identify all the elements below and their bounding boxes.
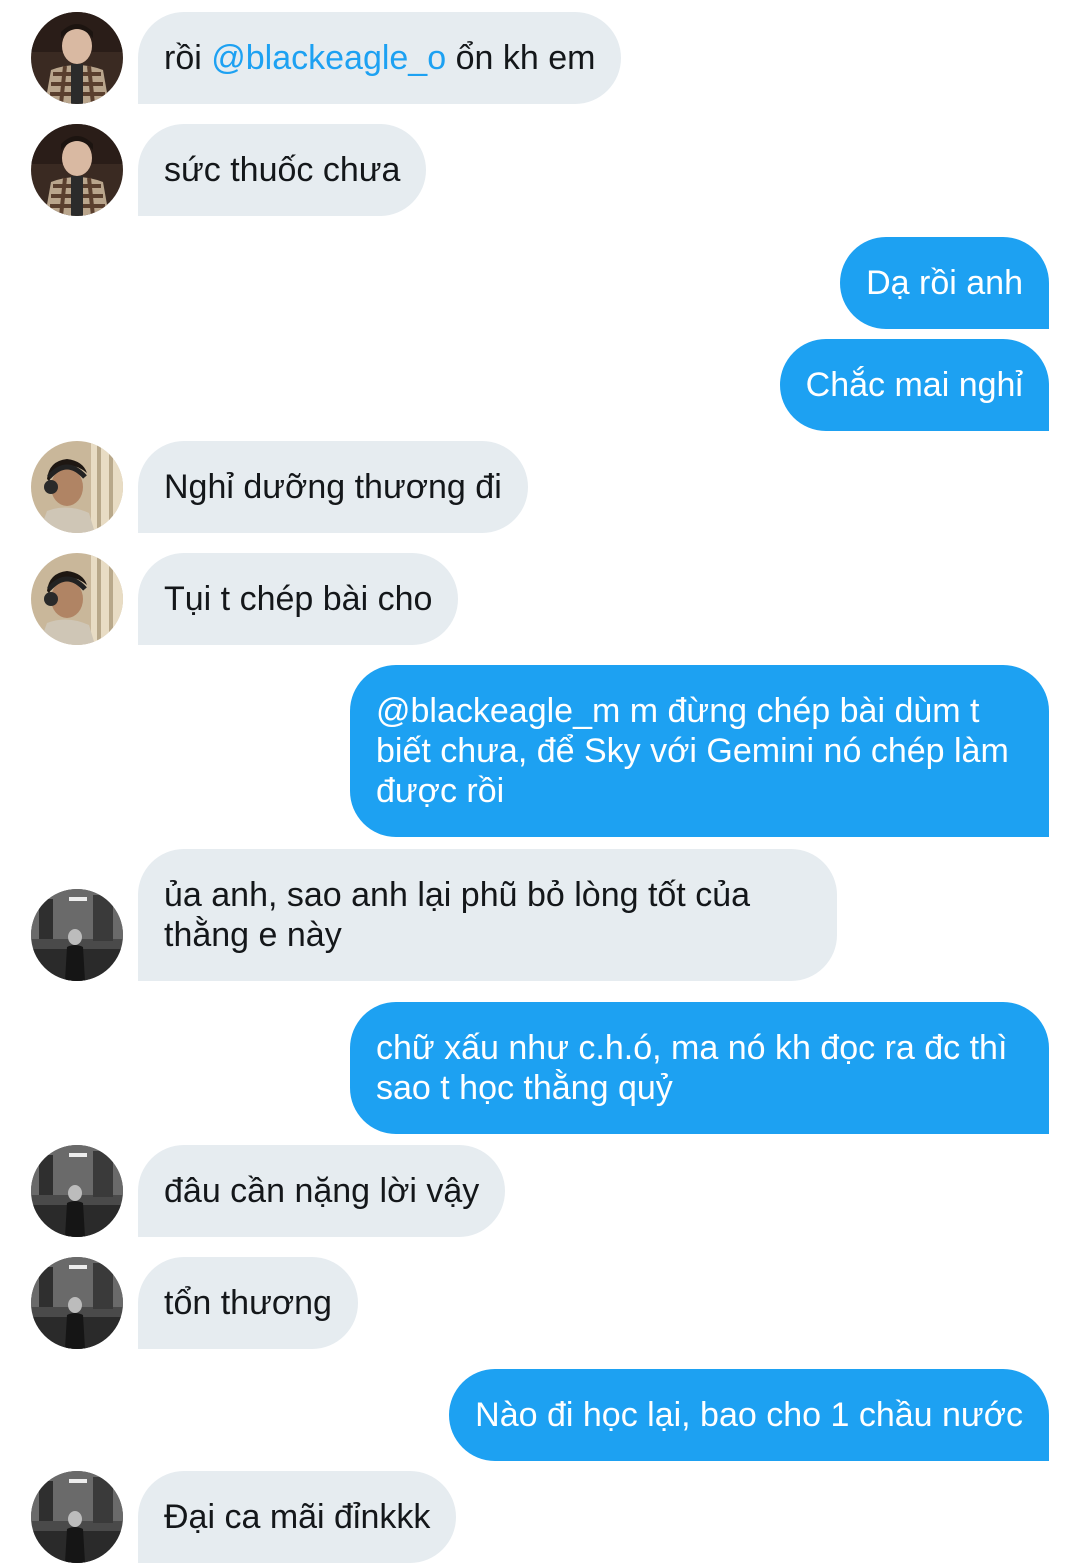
avatar-plaid-person-image [31,12,123,104]
avatar-plaid-person[interactable] [31,12,123,104]
message-text: Dạ rồi anh [866,264,1023,302]
outgoing-message[interactable]: chữ xấu như c.h.ó, ma nó kh đọc ra đc th… [350,1002,1049,1134]
incoming-message[interactable]: Đại ca mãi đỉnkkk [138,1471,457,1563]
avatar-street-bw-person[interactable] [31,1471,123,1563]
message-text: @blackeagle_m m đừng chép bài dùm t biết… [376,692,1009,810]
message-text: Chắc mai nghỉ [805,366,1023,404]
mention-link[interactable]: @blackeagle_o [211,39,446,77]
message-text: chữ xấu như c.h.ó, ma nó kh đọc ra đc th… [376,1029,1008,1107]
message-text: Tụi t chép bài cho [164,580,433,618]
incoming-message[interactable]: rồi @blackeagle_o ổn kh em [138,12,622,104]
message-text: sức thuốc chưa [164,151,401,189]
incoming-message[interactable]: đâu cần nặng lời vậy [138,1145,506,1237]
avatar-plaid-person-image [31,124,123,216]
outgoing-message[interactable]: @blackeagle_m m đừng chép bài dùm t biết… [350,665,1049,837]
outgoing-message[interactable]: Chắc mai nghỉ [779,339,1049,431]
message-text: đâu cần nặng lời vậy [164,1172,480,1210]
avatar-plaid-person[interactable] [31,124,123,216]
outgoing-message[interactable]: Dạ rồi anh [840,237,1049,329]
incoming-message[interactable]: sức thuốc chưa [138,124,427,216]
message-text: tổn thương [164,1284,332,1322]
avatar-street-bw-person-image [31,1257,123,1349]
message-text: rồi [164,39,212,77]
message-text: Đại ca mãi đỉnkkk [164,1498,431,1536]
incoming-message[interactable]: ủa anh, sao anh lại phũ bỏ lòng tốt của … [138,849,837,981]
outgoing-message[interactable]: Nào đi học lại, bao cho 1 chầu nước [449,1369,1049,1461]
message-text: ủa anh, sao anh lại phũ bỏ lòng tốt của … [164,876,751,954]
message-text: ổn kh em [446,39,596,77]
incoming-message[interactable]: tổn thương [138,1257,358,1349]
avatar-headphones-person[interactable] [31,553,123,645]
avatar-street-bw-person[interactable] [31,1145,123,1237]
conversation-thread: rồi @blackeagle_o ổn kh em sức thuốc chư… [0,0,1080,1567]
avatar-headphones-person-image [31,553,123,645]
avatar-street-bw-person[interactable] [31,889,123,981]
avatar-headphones-person-image [31,441,123,533]
avatar-street-bw-person-image [31,889,123,981]
avatar-street-bw-person-image [31,1471,123,1563]
message-text: Nào đi học lại, bao cho 1 chầu nước [475,1396,1023,1434]
incoming-message[interactable]: Nghỉ dưỡng thương đi [138,441,528,533]
incoming-message[interactable]: Tụi t chép bài cho [138,553,459,645]
message-text: Nghỉ dưỡng thương đi [164,468,502,506]
avatar-street-bw-person[interactable] [31,1257,123,1349]
avatar-headphones-person[interactable] [31,441,123,533]
avatar-street-bw-person-image [31,1145,123,1237]
